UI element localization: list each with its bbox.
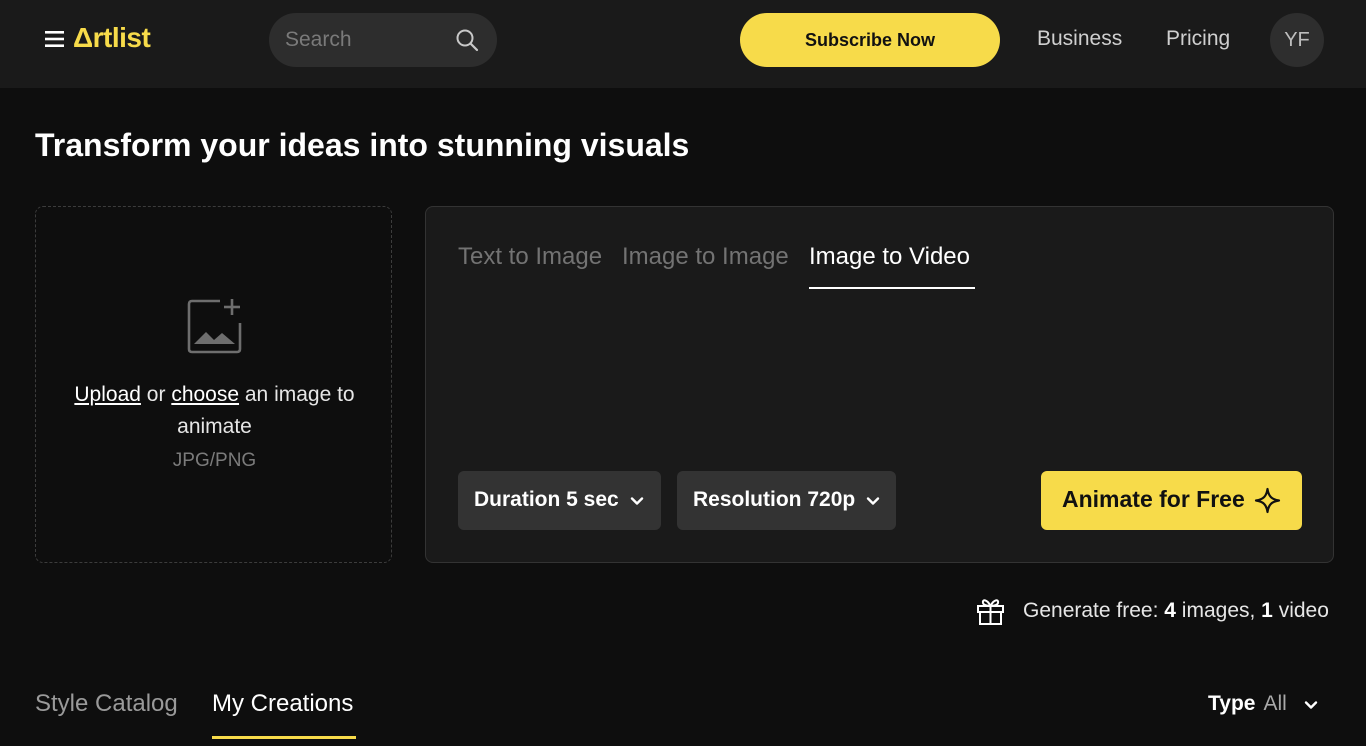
chevron-down-icon	[630, 497, 644, 505]
generation-panel: Text to Image Image to Image Image to Vi…	[425, 206, 1334, 563]
image-add-icon	[187, 299, 242, 354]
search-input[interactable]	[285, 13, 455, 67]
tab-text-to-image[interactable]: Text to Image	[458, 243, 602, 271]
nav-pricing-link[interactable]: Pricing	[1166, 27, 1230, 51]
type-filter-dropdown[interactable]: Type All	[1208, 692, 1287, 716]
type-filter-label: Type	[1208, 692, 1256, 715]
tab-style-catalog[interactable]: Style Catalog	[35, 690, 178, 718]
tab-image-to-video[interactable]: Image to Video	[809, 243, 970, 271]
upload-formats: JPG/PNG	[172, 450, 257, 471]
search-bar[interactable]	[269, 13, 497, 67]
tab-my-creations[interactable]: My Creations	[212, 690, 353, 718]
chevron-down-icon	[866, 497, 880, 505]
free-info-prefix: Generate free:	[1023, 599, 1159, 622]
animate-for-free-button[interactable]: Animate for Free	[1041, 471, 1302, 530]
upload-text-or: or	[146, 383, 166, 406]
menu-icon[interactable]	[44, 28, 66, 50]
animate-button-label: Animate for Free	[1062, 486, 1245, 512]
resolution-label: Resolution 720p	[693, 488, 856, 511]
free-videos-label: video	[1278, 599, 1329, 622]
free-generation-info: Generate free: 4 images, 1 video	[1023, 599, 1329, 623]
nav-business-link[interactable]: Business	[1037, 27, 1122, 51]
free-images-count: 4	[1164, 599, 1176, 622]
top-navigation-bar: Δrtlist Subscribe Now Business Pricing Y…	[0, 0, 1366, 88]
active-tab-underline	[809, 287, 975, 289]
artlist-logo[interactable]: Δrtlist	[73, 22, 151, 54]
duration-select[interactable]: Duration 5 sec	[458, 471, 661, 530]
type-filter-value: All	[1263, 692, 1287, 715]
search-icon[interactable]	[455, 28, 479, 52]
image-upload-dropzone[interactable]: Upload or choose an image to animate JPG…	[35, 206, 392, 563]
duration-label: Duration 5 sec	[474, 488, 619, 511]
resolution-select[interactable]: Resolution 720p	[677, 471, 896, 530]
gift-icon	[977, 599, 1004, 625]
user-avatar[interactable]: YF	[1270, 13, 1324, 67]
sparkle-icon	[1254, 487, 1281, 514]
upload-link[interactable]: Upload	[74, 383, 141, 406]
active-bottom-tab-underline	[212, 736, 356, 739]
tab-image-to-image[interactable]: Image to Image	[622, 243, 789, 271]
upload-instructions: Upload or choose an image to animate	[56, 379, 373, 443]
choose-link[interactable]: choose	[171, 383, 239, 406]
free-videos-count: 1	[1261, 599, 1273, 622]
subscribe-now-button[interactable]: Subscribe Now	[740, 13, 1000, 67]
page-title: Transform your ideas into stunning visua…	[35, 127, 690, 163]
free-images-label: images,	[1181, 599, 1256, 622]
chevron-down-icon[interactable]	[1303, 697, 1319, 713]
